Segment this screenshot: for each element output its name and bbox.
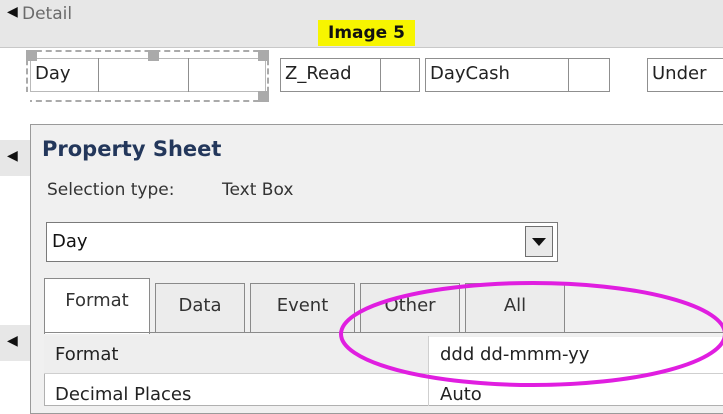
section-expand-icon[interactable]: ◀: [7, 333, 18, 349]
property-name-decimal-places: Decimal Places: [55, 384, 192, 405]
section-expand-icon[interactable]: ◀: [7, 148, 18, 164]
chevron-down-icon: [532, 238, 546, 246]
tab-data[interactable]: Data: [155, 283, 245, 333]
tab-strip-border: [44, 332, 723, 333]
selection-type-label: Selection type:: [47, 180, 175, 200]
under-control[interactable]: Under: [647, 58, 723, 92]
resize-handle[interactable]: [26, 50, 37, 61]
control-divider: [380, 58, 381, 92]
selection-type-value: Text Box: [222, 180, 294, 200]
detail-section-label: Detail: [22, 4, 73, 24]
image-label-tag: Image 5: [318, 20, 415, 46]
property-name-format: Format: [55, 344, 119, 365]
control-divider: [568, 58, 569, 92]
tab-format[interactable]: Format: [44, 278, 150, 334]
tab-other[interactable]: Other: [360, 283, 460, 333]
z-read-control[interactable]: Z_Read: [280, 58, 420, 92]
property-sheet-title: Property Sheet: [42, 137, 222, 161]
section-expand-icon[interactable]: ◀: [7, 4, 18, 20]
report-canvas-left: [0, 92, 30, 124]
object-select-value: Day: [52, 231, 88, 252]
resize-handle[interactable]: [148, 50, 159, 61]
tab-event[interactable]: Event: [250, 283, 355, 333]
property-value-decimal-places[interactable]: Auto: [440, 384, 482, 405]
tab-all[interactable]: All: [465, 283, 565, 333]
day-cash-control[interactable]: DayCash: [425, 58, 610, 92]
property-value-format[interactable]: ddd dd-mmm-yy: [440, 344, 589, 365]
grid-column-divider: [428, 336, 429, 406]
resize-handle[interactable]: [258, 91, 269, 102]
object-select[interactable]: [46, 222, 558, 262]
resize-handle[interactable]: [258, 50, 269, 61]
